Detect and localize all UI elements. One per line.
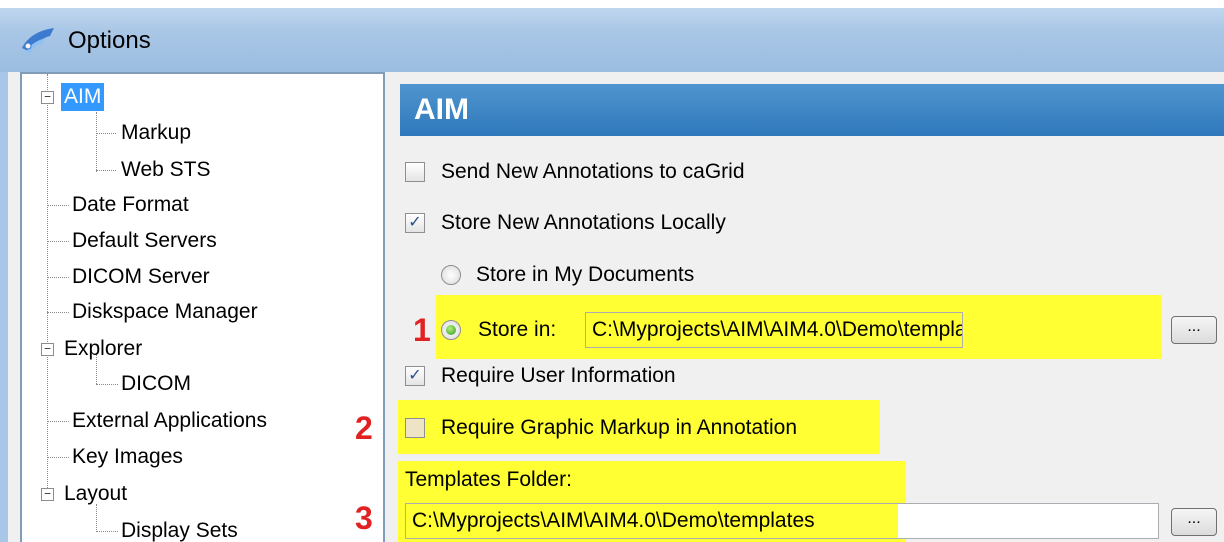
tree-connector <box>47 74 48 494</box>
store-locally-label: Store New Annotations Locally <box>441 211 726 234</box>
tree-item-explorer[interactable]: Explorer <box>61 335 145 363</box>
require-graphic-markup-checkbox[interactable] <box>405 418 425 438</box>
tree-item-display-sets[interactable]: Display Sets <box>118 517 241 542</box>
store-in-browse-button[interactable]: ... <box>1171 316 1217 344</box>
tree-item-layout[interactable]: Layout <box>61 480 130 508</box>
tree-item-dicom-server[interactable]: DICOM Server <box>69 263 213 291</box>
send-to-cagrid-checkbox[interactable] <box>405 162 425 182</box>
send-to-cagrid-label: Send New Annotations to caGrid <box>441 160 745 183</box>
require-graphic-markup-label: Require Graphic Markup in Annotation <box>441 416 798 439</box>
annotation-marker-3: 3 <box>355 500 373 536</box>
tree-connector <box>47 457 69 458</box>
tree-connector <box>47 421 69 422</box>
title-bar <box>0 0 1224 72</box>
tree-item-markup[interactable]: Markup <box>118 119 194 147</box>
tree-item-default-servers[interactable]: Default Servers <box>69 227 220 255</box>
tree-connector <box>96 112 97 172</box>
section-title: AIM <box>414 93 469 126</box>
tree-item-external-applications[interactable]: External Applications <box>69 407 270 435</box>
templates-folder-path-field[interactable]: C:\Myprojects\AIM\AIM4.0\Demo\templates <box>405 503 1159 539</box>
tree-connector <box>96 133 116 134</box>
tree-item-key-images[interactable]: Key Images <box>69 443 186 471</box>
options-tree[interactable]: − − − AIM Markup Web STS Date Format Def… <box>20 72 385 542</box>
tree-item-date-format[interactable]: Date Format <box>69 191 192 219</box>
tree-connector <box>47 312 69 313</box>
collapse-aim-icon[interactable]: − <box>41 91 54 104</box>
section-header: AIM <box>400 84 1224 136</box>
tree-item-dicom[interactable]: DICOM <box>118 370 194 398</box>
collapse-explorer-icon[interactable]: − <box>41 343 54 356</box>
store-in-radio[interactable] <box>441 320 461 340</box>
annotation-marker-2: 2 <box>355 410 373 446</box>
require-user-info-label: Require User Information <box>441 364 676 387</box>
tree-item-diskspace-manager[interactable]: Diskspace Manager <box>69 298 261 326</box>
templates-folder-path-text: C:\Myprojects\AIM\AIM4.0\Demo\templates <box>406 504 898 538</box>
tree-connector <box>96 170 116 171</box>
tree-connector <box>96 531 118 532</box>
tree-connector <box>47 241 69 242</box>
window-title: Options <box>68 27 151 54</box>
templates-folder-browse-button[interactable]: ... <box>1171 508 1217 536</box>
tree-connector <box>96 504 97 532</box>
templates-folder-label: Templates Folder: <box>405 468 572 491</box>
tree-connector <box>96 384 118 385</box>
store-locally-checkbox[interactable]: ✓ <box>405 213 425 233</box>
store-in-path-field[interactable]: C:\Myprojects\AIM\AIM4.0\Demo\template_r… <box>585 312 963 348</box>
tree-connector <box>47 205 69 206</box>
annotation-marker-1: 1 <box>413 312 431 348</box>
store-in-label: Store in: <box>478 318 557 341</box>
tree-connector <box>47 277 69 278</box>
app-icon <box>22 28 54 54</box>
store-my-documents-radio[interactable] <box>441 265 461 285</box>
tree-item-web-sts[interactable]: Web STS <box>118 156 213 184</box>
require-user-info-checkbox[interactable]: ✓ <box>405 366 425 386</box>
collapse-layout-icon[interactable]: − <box>41 488 54 501</box>
tree-item-aim[interactable]: AIM <box>61 83 105 111</box>
top-strip <box>0 0 1224 8</box>
store-my-documents-label: Store in My Documents <box>476 263 695 286</box>
window-frame-left <box>0 72 8 542</box>
